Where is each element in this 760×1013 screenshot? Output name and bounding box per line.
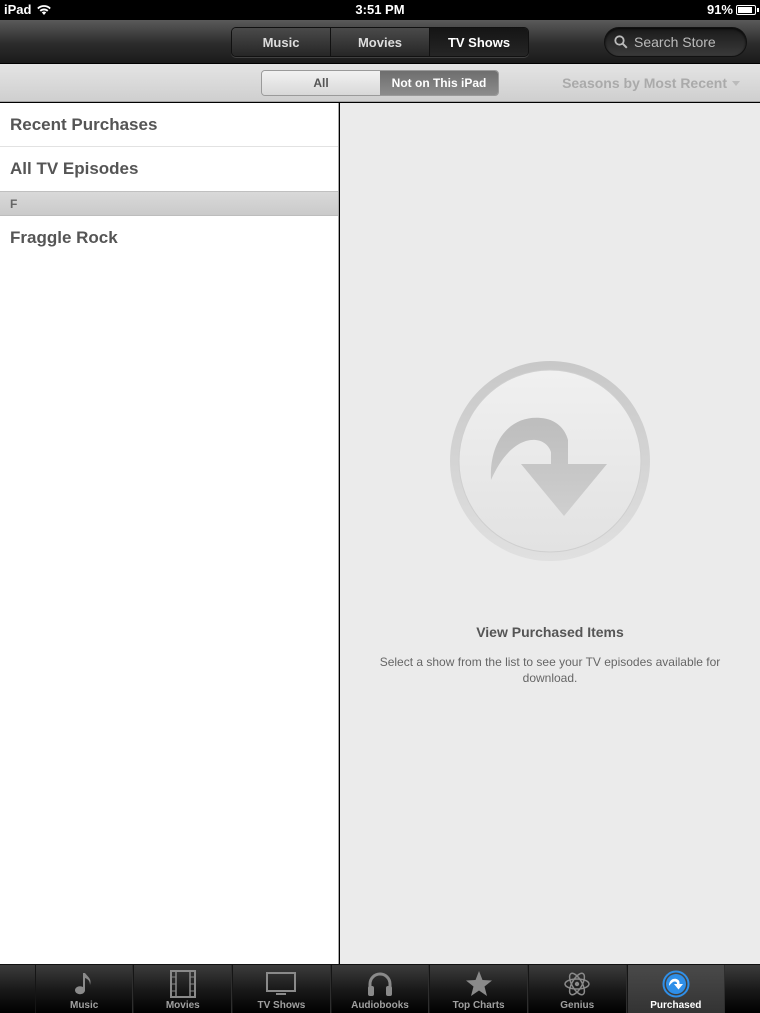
segment-movies[interactable]: Movies (331, 28, 430, 56)
search-placeholder: Search Store (634, 34, 716, 50)
sort-label: Seasons by Most Recent (562, 75, 727, 91)
tab-label: Music (69, 1000, 99, 1011)
purchased-placeholder-icon (450, 361, 650, 561)
tab-label: Movies (165, 1000, 200, 1011)
list-item-show[interactable]: Fraggle Rock (0, 216, 338, 260)
star-icon (465, 971, 492, 996)
purchased-icon (662, 970, 690, 998)
tab-top-charts[interactable]: Top Charts (429, 965, 528, 1013)
media-type-segmented-control: Music Movies TV Shows (231, 27, 529, 57)
list-item-label: All TV Episodes (10, 159, 139, 178)
segment-music[interactable]: Music (232, 28, 331, 56)
segment-tv-shows[interactable]: TV Shows (430, 28, 528, 56)
battery-percent: 91% (706, 2, 733, 17)
music-note-icon (75, 973, 91, 995)
list-item-label: Fraggle Rock (10, 228, 118, 247)
film-icon (169, 970, 196, 998)
purchased-list: Recent Purchases All TV Episodes F Fragg… (0, 103, 339, 964)
tab-audiobooks[interactable]: Audiobooks (330, 965, 430, 1013)
tab-bar: Music Movies TV Shows Audiobooks Top Cha… (0, 964, 760, 1013)
status-time: 3:51 PM (355, 2, 405, 17)
empty-state-title: View Purchased Items (476, 624, 624, 640)
sort-selector[interactable]: Seasons by Most Recent (562, 75, 740, 91)
tab-label: Audiobooks (351, 1000, 409, 1011)
list-item-label: Recent Purchases (10, 114, 158, 134)
detail-panel: View Purchased Items Select a show from … (340, 103, 760, 964)
availability-segmented-control: All Not on This iPad (261, 70, 499, 96)
tab-music[interactable]: Music (34, 965, 134, 1013)
list-item-recent-purchases[interactable]: Recent Purchases (0, 103, 338, 147)
chevron-down-icon (732, 80, 740, 86)
filter-all[interactable]: All (262, 71, 380, 95)
tab-movies[interactable]: Movies (133, 965, 233, 1013)
list-item-all-episodes[interactable]: All TV Episodes (0, 147, 338, 191)
search-icon (614, 35, 628, 49)
nav-bar: Music Movies TV Shows Search Store (0, 20, 760, 64)
atom-icon (564, 972, 590, 996)
tv-icon (266, 972, 297, 995)
tab-label: TV Shows (257, 1000, 306, 1011)
filter-not-on-ipad[interactable]: Not on This iPad (380, 71, 498, 95)
empty-state-description: Select a show from the list to see your … (379, 655, 721, 685)
tab-label: Top Charts (452, 1000, 505, 1011)
section-header: F (0, 191, 338, 216)
search-field[interactable]: Search Store (604, 27, 747, 57)
tab-tv-shows[interactable]: TV Shows (232, 965, 331, 1013)
status-bar: iPad 3:51 PM 91% (0, 0, 760, 20)
filter-bar: All Not on This iPad Seasons by Most Rec… (0, 64, 760, 102)
headphones-icon (367, 972, 392, 996)
tab-label: Genius (560, 1000, 595, 1011)
battery-icon (736, 5, 759, 15)
tab-purchased[interactable]: Purchased (626, 965, 726, 1013)
tab-label: Purchased (650, 1000, 702, 1011)
tab-genius[interactable]: Genius (527, 965, 627, 1013)
